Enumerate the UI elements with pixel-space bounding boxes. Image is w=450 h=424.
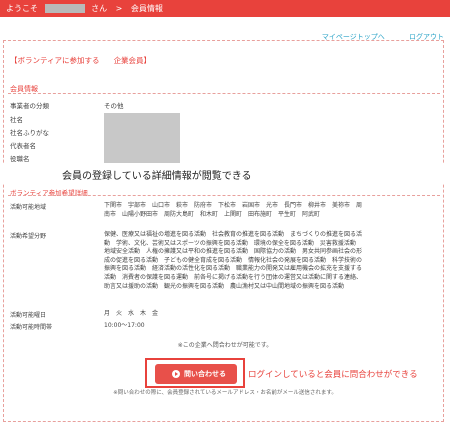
masked-company-info	[104, 113, 180, 163]
divider	[8, 195, 440, 196]
company-name-label: 社名	[10, 116, 23, 124]
play-arrow-icon	[172, 370, 180, 378]
representative-label: 代表者名	[10, 142, 36, 150]
field-label: 活動希望分野	[10, 233, 47, 240]
divider	[8, 93, 440, 94]
breadcrumb-separator: >	[115, 4, 123, 13]
contact-available-notice: ※この企業へ問合わせが可能です。	[177, 342, 273, 349]
header-breadcrumb: ようこそ さん > 会員情報	[6, 3, 163, 14]
member-type-label: 企業会員】	[113, 56, 152, 65]
day-value: 月 火 水 木 金	[104, 310, 159, 317]
business-type-value: その他	[104, 102, 124, 110]
welcome-text: ようこそ	[6, 4, 38, 13]
area-label: 活動可能地域	[10, 204, 47, 211]
contact-button-label: 問い合わせる	[184, 370, 226, 378]
callout-login-text: ログインしていると会員に問合わせができる	[248, 370, 418, 380]
time-label: 活動可能時間帯	[10, 324, 53, 331]
business-type-label: 事業者の分類	[10, 102, 49, 110]
page-title: 会員情報	[130, 4, 163, 13]
volunteer-label: 【ボランティアに参加する	[10, 56, 100, 65]
position-label: 役職名	[10, 155, 30, 163]
section-heading: 【ボランティアに参加する 企業会員】	[10, 55, 151, 66]
contact-note: ※問い合わせの際に、会員登録されているメールアドレス・お名前がメール送信されます…	[113, 390, 337, 396]
area-value: 下関市 宇部市 山口市 萩市 防府市 下松市 岩国市 光市 長門市 柳井市 美祢…	[104, 202, 363, 218]
field-value: 保健、医療又は福祉の増進を図る活動 社会教育の推進を図る活動 まちづくりの推進を…	[104, 231, 363, 290]
company-kana-label: 社名ふりがな	[10, 129, 49, 137]
masked-user-name	[44, 4, 85, 13]
day-label: 活動可能曜日	[10, 312, 47, 319]
callout-detail-text: 会員の登録している詳細情報が閲覧できる	[62, 171, 252, 182]
contact-button[interactable]: 問い合わせる	[155, 364, 237, 384]
honorific-text: さん	[91, 4, 108, 13]
time-value: 10:00～17:00	[104, 322, 145, 329]
